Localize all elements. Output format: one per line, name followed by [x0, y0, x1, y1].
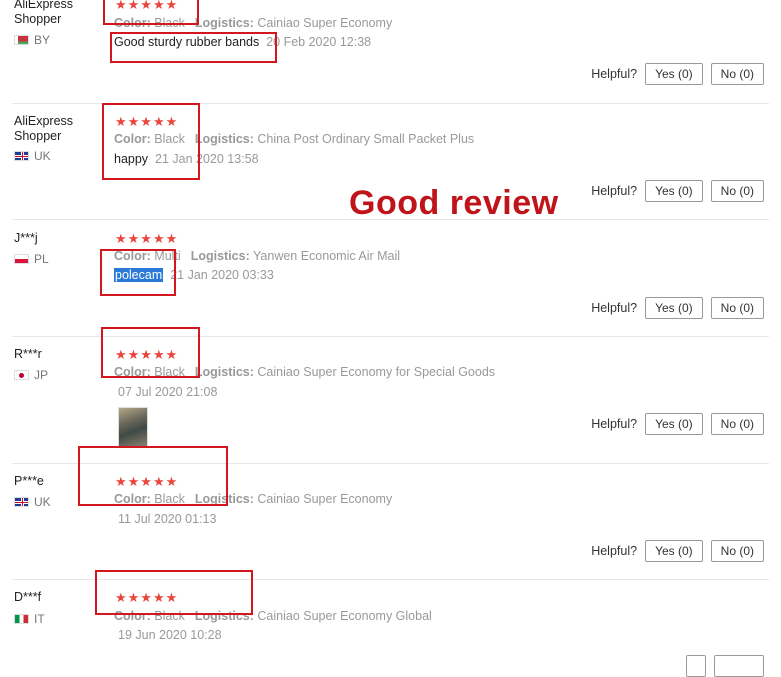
flag-uk-icon — [14, 151, 29, 161]
reviewer-name: R***r — [14, 347, 42, 361]
yes-button[interactable]: Yes (0) — [645, 413, 703, 435]
helpful-row: Helpful? Yes (0) No (0) — [591, 540, 764, 562]
yes-button[interactable]: Yes (0) — [645, 180, 703, 202]
review-date: 21 Jan 2020 03:33 — [170, 268, 274, 282]
reviewer-country: JP — [14, 368, 48, 382]
review-date: 19 Jun 2020 10:28 — [118, 628, 222, 642]
annotation-box — [110, 32, 277, 63]
yes-button[interactable]: Yes (0) — [645, 540, 703, 562]
annotation-box — [102, 103, 200, 180]
annotation-box — [100, 249, 176, 296]
no-button[interactable]: No (0) — [710, 540, 764, 562]
annotation-box — [95, 570, 253, 615]
reviewer-country: PL — [14, 252, 49, 266]
good-review-overlay-title: Good review — [349, 184, 559, 222]
helpful-row: Helpful? Yes (0) No (0) — [591, 63, 764, 85]
no-button[interactable]: No (0) — [710, 413, 764, 435]
helpful-label: Helpful? — [591, 184, 638, 198]
helpful-label: Helpful? — [591, 67, 638, 81]
helpful-row: Helpful? Yes (0) No (0) — [591, 180, 764, 202]
helpful-label: Helpful? — [591, 301, 638, 315]
no-button[interactable]: No (0) — [710, 63, 764, 85]
reviewer-name: AliExpress Shopper — [14, 0, 74, 26]
flag-it-icon — [14, 614, 29, 624]
yes-button[interactable]: Yes (0) — [645, 63, 703, 85]
annotation-box — [103, 0, 199, 25]
review-date: 07 Jul 2020 21:08 — [118, 385, 218, 399]
no-button[interactable]: No (0) — [710, 297, 764, 319]
review-date: 20 Feb 2020 12:38 — [266, 35, 372, 49]
reviewer-country: UK — [14, 149, 51, 163]
reviewer-name: AliExpress Shopper — [14, 114, 74, 143]
reviewer-country: BY — [14, 33, 50, 47]
yes-button[interactable]: Yes (0) — [645, 297, 703, 319]
helpful-row — [596, 655, 764, 677]
reviewer-name: J***j — [14, 231, 38, 245]
flag-uk-icon — [14, 497, 29, 507]
helpful-label: Helpful? — [591, 417, 638, 431]
reviewer-country: IT — [14, 612, 45, 626]
review-photo-thumbnail[interactable] — [118, 407, 148, 447]
reviewer-country: UK — [14, 495, 51, 509]
reviewer-name: D***f — [14, 590, 42, 604]
helpful-row: Helpful? Yes (0) No (0) — [591, 413, 764, 435]
helpful-label: Helpful? — [591, 544, 638, 558]
annotation-box — [101, 327, 200, 378]
flag-pl-icon — [14, 254, 29, 264]
no-button-partial[interactable] — [714, 655, 764, 677]
helpful-row: Helpful? Yes (0) No (0) — [591, 297, 764, 319]
rating-stars: ★★★★★ — [115, 231, 179, 246]
flag-jp-icon — [14, 370, 29, 380]
yes-button-partial[interactable] — [686, 655, 706, 677]
review-date: 11 Jul 2020 01:13 — [118, 512, 217, 526]
flag-by-icon — [14, 35, 29, 45]
annotation-box — [78, 446, 228, 506]
no-button[interactable]: No (0) — [710, 180, 764, 202]
